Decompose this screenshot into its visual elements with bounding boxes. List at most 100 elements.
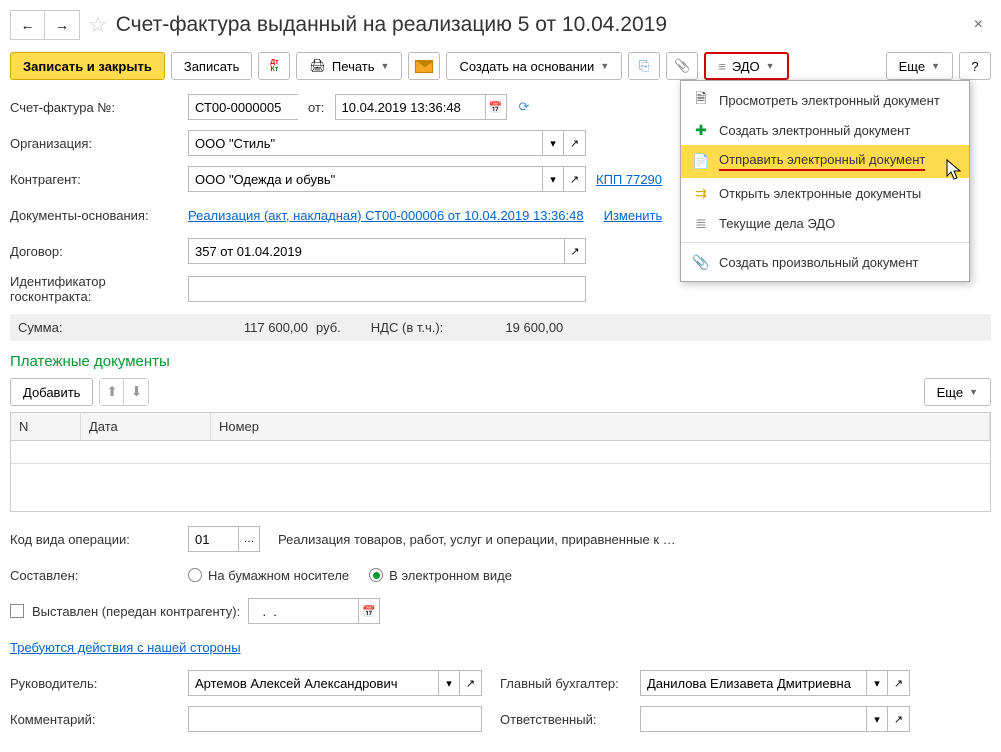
mail-button[interactable] — [408, 52, 440, 80]
menu-send-edoc[interactable]: 📄 Отправить электронный документ — [681, 145, 969, 178]
responsible-label: Ответственный: — [500, 712, 640, 727]
move-down-button[interactable]: ⬇ — [124, 379, 148, 405]
debit-credit-button[interactable]: ДтКт — [258, 52, 290, 80]
edo-button[interactable]: ЭДО▼ — [704, 52, 788, 80]
debit-credit-icon: ДтКт — [270, 59, 278, 73]
vat-value: 19 600,00 — [443, 320, 563, 335]
printer-icon — [309, 58, 326, 74]
chevron-down-icon: ▼ — [969, 387, 978, 397]
refresh-icon[interactable]: ⟳ — [519, 99, 530, 115]
chevron-down-icon[interactable]: ▾ — [866, 670, 888, 696]
issued-checkbox[interactable] — [10, 604, 24, 618]
govcontract-label: Идентификатор госконтракта: — [10, 274, 188, 304]
close-icon[interactable]: × — [966, 12, 991, 38]
comment-field[interactable] — [188, 706, 482, 732]
document-icon: 🗎 — [693, 92, 709, 108]
chevron-down-icon: ▼ — [600, 61, 609, 71]
opcode-label: Код вида операции: — [10, 532, 188, 547]
paperclip-icon: 📎 — [693, 254, 709, 270]
sum-currency: руб. — [316, 320, 341, 335]
action-required-link[interactable]: Требуются действия с нашей стороны — [10, 640, 241, 655]
accountant-label: Главный бухгалтер: — [500, 676, 640, 691]
write-button[interactable]: Записать — [171, 52, 253, 80]
contract-label: Договор: — [10, 244, 188, 259]
sum-label: Сумма: — [18, 320, 188, 335]
nav-forward-button[interactable]: → — [45, 11, 79, 39]
change-link[interactable]: Изменить — [604, 208, 663, 223]
comment-label: Комментарий: — [10, 712, 188, 727]
edo-icon — [718, 59, 726, 74]
move-up-button[interactable]: ⬆ — [100, 379, 124, 405]
counterparty-field[interactable]: ▾ ↗ — [188, 166, 586, 192]
tasks-icon: ≣ — [693, 215, 709, 231]
menu-current-edo[interactable]: ≣ Текущие дела ЭДО — [681, 208, 969, 238]
more-button[interactable]: Еще▼ — [886, 52, 953, 80]
manager-field[interactable]: ▾ ↗ — [188, 670, 482, 696]
table-more-button[interactable]: Еще▼ — [924, 378, 991, 406]
add-row-button[interactable]: Добавить — [10, 378, 93, 406]
nav-back-button[interactable]: ← — [11, 11, 45, 39]
structure-button[interactable] — [628, 52, 660, 80]
counterparty-label: Контрагент: — [10, 172, 188, 187]
col-date: Дата — [81, 413, 211, 440]
calendar-icon[interactable]: 📅 — [358, 598, 380, 624]
accountant-field[interactable]: ▾ ↗ — [640, 670, 910, 696]
org-field[interactable]: ▾ ↗ — [188, 130, 586, 156]
chevron-down-icon: ▼ — [381, 61, 390, 71]
from-date-field[interactable]: 📅 — [335, 94, 507, 120]
issued-label: Выставлен (передан контрагенту): — [32, 604, 240, 619]
open-ref-icon[interactable]: ↗ — [888, 706, 910, 732]
ellipsis-icon[interactable]: … — [238, 526, 260, 552]
open-ref-icon[interactable]: ↗ — [888, 670, 910, 696]
help-button[interactable]: ? — [959, 52, 991, 80]
from-label: от: — [308, 100, 325, 115]
manager-label: Руководитель: — [10, 676, 188, 691]
menu-create-arbitrary[interactable]: 📎 Создать произвольный документ — [681, 247, 969, 277]
chevron-down-icon: ▼ — [931, 61, 940, 71]
chevron-down-icon[interactable]: ▾ — [542, 130, 564, 156]
open-ref-icon[interactable]: ↗ — [564, 238, 586, 264]
create-based-on-button[interactable]: Создать на основании▼ — [446, 52, 622, 80]
invoice-no-field[interactable] — [188, 94, 298, 120]
chevron-down-icon[interactable]: ▾ — [542, 166, 564, 192]
kpp-link[interactable]: КПП 77290 — [596, 172, 662, 187]
paperclip-icon — [674, 58, 690, 74]
mail-icon — [415, 60, 433, 73]
write-and-close-button[interactable]: Записать и закрыть — [10, 52, 165, 80]
favorite-star-icon[interactable]: ☆ — [88, 12, 108, 38]
radio-paper[interactable]: На бумажном носителе — [188, 568, 349, 583]
composed-label: Составлен: — [10, 568, 188, 583]
org-label: Организация: — [10, 136, 188, 151]
contract-field[interactable]: ↗ — [188, 238, 586, 264]
structure-icon — [639, 58, 649, 74]
radio-electronic[interactable]: В электронном виде — [369, 568, 512, 583]
print-button[interactable]: Печать▼ — [296, 52, 402, 80]
invoice-no-label: Счет-фактура №: — [10, 100, 188, 115]
edo-dropdown-menu: 🗎 Просмотреть электронный документ ✚ Соз… — [680, 80, 970, 282]
plus-circle-icon: ✚ — [693, 122, 709, 138]
menu-create-edoc[interactable]: ✚ Создать электронный документ — [681, 115, 969, 145]
col-number: Номер — [211, 413, 990, 440]
basis-doc-link[interactable]: Реализация (акт, накладная) СТ00-000006 … — [188, 208, 584, 223]
open-ref-icon[interactable]: ↗ — [564, 166, 586, 192]
menu-view-edoc[interactable]: 🗎 Просмотреть электронный документ — [681, 85, 969, 115]
attachments-button[interactable] — [666, 52, 698, 80]
opcode-field[interactable]: … — [188, 526, 260, 552]
page-title: Счет-фактура выданный на реализацию 5 от… — [116, 13, 667, 37]
responsible-field[interactable]: ▾ ↗ — [640, 706, 910, 732]
sum-value: 117 600,00 — [188, 320, 308, 335]
open-ref-icon[interactable]: ↗ — [460, 670, 482, 696]
menu-open-edocs[interactable]: ⇉ Открыть электронные документы — [681, 178, 969, 208]
payments-section-title: Платежные документы — [10, 353, 991, 370]
open-ref-icon[interactable]: ↗ — [564, 130, 586, 156]
issued-date-field[interactable]: 📅 — [248, 598, 380, 624]
govcontract-field[interactable] — [188, 276, 586, 302]
payments-table[interactable]: N Дата Номер — [10, 412, 991, 512]
opcode-description: Реализация товаров, работ, услуг и опера… — [278, 532, 676, 547]
col-n: N — [11, 413, 81, 440]
vat-label: НДС (в т.ч.): — [371, 320, 444, 335]
chevron-down-icon[interactable]: ▾ — [438, 670, 460, 696]
calendar-icon[interactable]: 📅 — [485, 94, 507, 120]
send-document-icon: 📄 — [693, 154, 709, 170]
chevron-down-icon[interactable]: ▾ — [866, 706, 888, 732]
